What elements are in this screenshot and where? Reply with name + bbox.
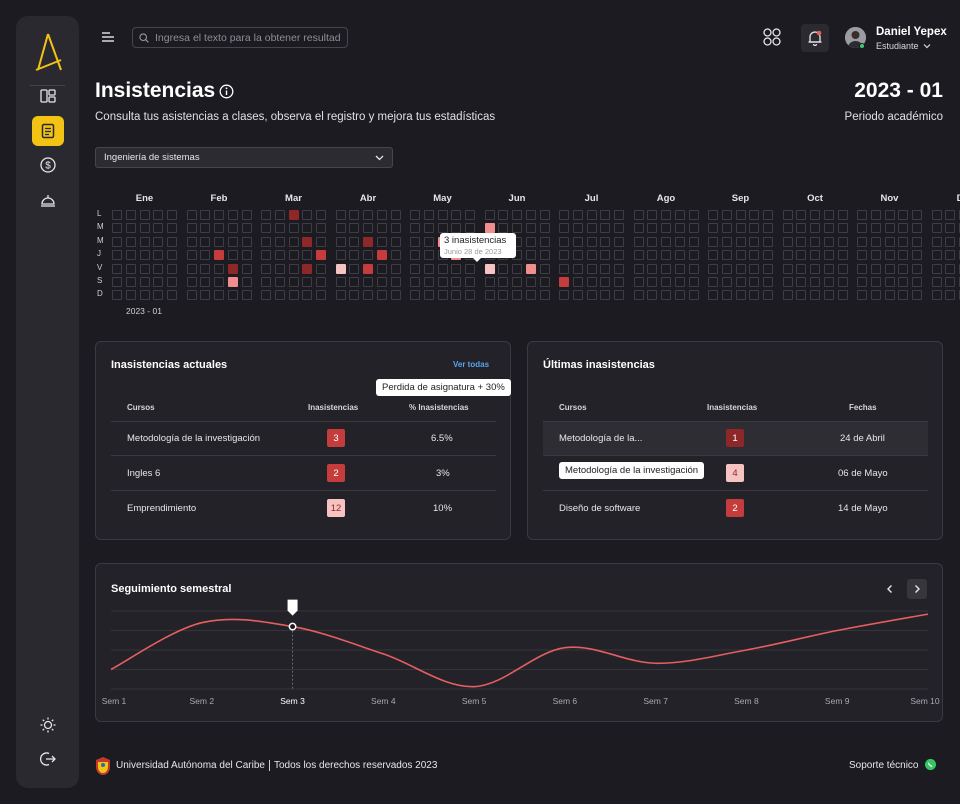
x-tick-label: Sem 1 [102,696,127,706]
footer-divider [268,760,270,771]
university-seal [96,757,110,775]
selected-point-marker[interactable] [287,599,298,616]
tracking-line-chart: Sem 1 Sem 2 Sem 3 Sem 4 Sem 5 Sem 6 Sem 7 Sem 8… [102,599,940,706]
x-tick-label: Sem 7 [643,696,668,706]
x-tick-label: Sem 10 [910,696,940,706]
selected-data-point[interactable] [288,622,297,631]
support-link[interactable]: Soporte técnico [849,760,919,771]
footer-copyright: Universidad Autónoma del Caribe Todos los… [116,760,437,771]
whatsapp-icon[interactable] [925,759,936,770]
rights-text: Todos los derechos reservados 2023 [273,760,438,772]
x-tick-label: Sem 6 [553,696,578,706]
x-tick-label: Sem 3 [280,696,305,706]
x-tick-label: Sem 5 [462,696,487,706]
x-tick-label: Sem 4 [371,696,396,706]
x-tick-label: Sem 9 [825,696,850,706]
x-tick-label: Sem 8 [734,696,759,706]
x-tick-label: Sem 2 [189,696,214,706]
university-name: Universidad Autónoma del Caribe [116,760,265,772]
